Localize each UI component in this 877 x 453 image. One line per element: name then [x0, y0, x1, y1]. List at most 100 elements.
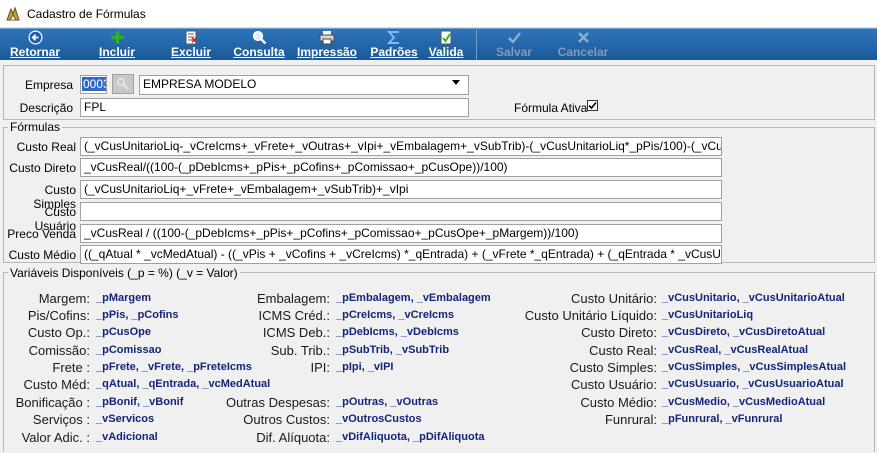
checkmark-icon [588, 101, 597, 110]
excluir-label: Excluir [170, 45, 212, 59]
delete-document-icon [184, 30, 198, 45]
var-value: _pIpi, _vIPI [336, 361, 394, 373]
custo-medio-input[interactable]: ((_qAtual * _vcMedAtual) - ((_vPis + _vC… [80, 245, 722, 264]
descricao-value: FPL [84, 100, 107, 114]
descricao-label: Descrição [19, 101, 73, 115]
valida-button[interactable]: Valida [424, 29, 468, 61]
var-value: _vCusUnitarioLiq [662, 309, 754, 321]
var-label: Outros Custos: [243, 412, 330, 427]
preco-venda-value: _vCusReal / ((100-(_pDebIcms+_pPis+_pCof… [84, 226, 579, 240]
var-value: _vCusReal, _vCusRealAtual [662, 344, 809, 356]
custo-real-input[interactable]: (_vCusUnitarioLiq-_vCreIcms+_vFrete+_vOu… [80, 137, 722, 156]
var-label: Custo Médio: [580, 395, 657, 410]
excluir-button[interactable]: Excluir [157, 29, 225, 61]
empresa-code-input[interactable]: 0003 [80, 75, 107, 94]
var-value: _vCusMedio, _vCusMedioAtual [662, 396, 826, 408]
var-value: _pCreIcms, _vCreIcms [336, 309, 455, 321]
var-label: Funrural: [604, 412, 657, 427]
salvar-label: Salvar [495, 45, 533, 59]
custo-direto-label: Custo Direto [9, 161, 76, 175]
var-label: Custo Unitário: [571, 291, 657, 306]
var-value: _vOutrosCustos [336, 413, 422, 425]
var-value: _vDifAliquota, _pDifAliquota [336, 431, 485, 443]
var-value: _vServicos [96, 413, 155, 425]
var-value: _pMargem [96, 292, 152, 304]
empresa-select-value: EMPRESA MODELO [143, 77, 257, 91]
custo-simples-input[interactable]: (_vCusUnitarioLiq+_vFrete+_vEmbalagem+_v… [80, 180, 722, 199]
toolbar-separator [476, 30, 477, 60]
var-value: _vCusUnitario, _vCusUnitarioAtual [662, 292, 845, 304]
var-value: _pComissao [96, 344, 162, 356]
incluir-button[interactable]: Incluir [82, 29, 152, 61]
variables-legend: Variáveis Disponíveis (_p = %) (_v = Val… [8, 266, 240, 280]
var-value: _pEmbalagem, _vEmbalagem [336, 292, 491, 304]
preco-venda-input[interactable]: _vCusReal / ((100-(_pDebIcms+_pPis+_pCof… [80, 224, 722, 243]
var-label: ICMS Deb.: [262, 325, 330, 340]
custo-medio-label: Custo Médio [8, 248, 76, 262]
salvar-button[interactable]: Salvar [486, 29, 542, 61]
empresa-select[interactable]: EMPRESA MODELO [139, 75, 469, 95]
cancelar-button[interactable]: Cancelar [548, 29, 618, 61]
valida-label: Valida [428, 45, 464, 59]
plus-icon [110, 30, 125, 45]
var-label: ICMS Créd.: [258, 308, 330, 323]
custo-simples-value: (_vCusUnitarioLiq+_vFrete+_vEmbalagem+_v… [84, 182, 409, 196]
retornar-label: Retornar [9, 45, 60, 59]
var-value: _pFunrural, _vFunrural [662, 413, 783, 425]
check-icon [507, 30, 522, 45]
custo-real-label: Custo Real [16, 140, 76, 154]
back-arrow-icon [28, 30, 43, 45]
toolbar: Retornar Incluir Excluir Consulta Impres… [0, 28, 877, 60]
cancelar-label: Cancelar [557, 45, 609, 59]
var-value: _qAtual, _qEntrada, _vcMedAtual [96, 378, 271, 390]
title-bar: Cadastro de Fórmulas [0, 0, 877, 28]
custo-direto-input[interactable]: _vCusReal/((100-(_pDebIcms+_pPis+_pCofin… [80, 158, 722, 177]
var-value: _pSubTrib, _vSubTrib [336, 344, 450, 356]
var-value: _pPis, _pCofins [96, 309, 179, 321]
search-icon [252, 30, 267, 45]
window-title: Cadastro de Fórmulas [27, 6, 146, 21]
padroes-button[interactable]: Padrões [366, 29, 422, 61]
padroes-label: Padrões [370, 45, 418, 59]
custo-usuario-input[interactable] [80, 202, 722, 221]
var-label: Embalagem: [257, 291, 330, 306]
consulta-button[interactable]: Consulta [228, 29, 290, 61]
var-value: _pBonif, _vBonif [96, 396, 184, 408]
var-label: Serviços : [32, 412, 90, 427]
retornar-button[interactable]: Retornar [2, 29, 68, 61]
var-label: Margem: [38, 291, 90, 306]
incluir-label: Incluir [98, 45, 135, 59]
lookup-icon [117, 78, 129, 90]
var-label: Pis/Cofins: [27, 308, 90, 323]
var-label: IPI: [310, 360, 330, 375]
descricao-input[interactable]: FPL [80, 98, 469, 117]
validate-icon [439, 30, 453, 45]
var-value: _pOutras, _vOutras [336, 396, 439, 408]
impressao-button[interactable]: Impressão [293, 29, 361, 61]
var-label: Sub. Trib.: [270, 343, 330, 358]
var-label: Custo Simples: [569, 360, 657, 375]
custo-real-value: (_vCusUnitarioLiq-_vCreIcms+_vFrete+_vOu… [84, 139, 722, 153]
var-value: _vCusDireto, _vCusDiretoAtual [662, 326, 826, 338]
custo-medio-value: ((_qAtual * _vcMedAtual) - ((_vPis + _vC… [84, 247, 722, 261]
var-value: _vAdicional [96, 431, 158, 443]
printer-icon [319, 30, 335, 45]
empresa-label: Empresa [24, 78, 73, 92]
app-icon [6, 5, 20, 20]
empresa-code-value: 0003 [82, 77, 106, 91]
formula-ativa-checkbox[interactable] [587, 100, 598, 111]
empresa-lookup-button[interactable] [112, 74, 134, 94]
formula-ativa-label: Fórmula Ativa [514, 101, 588, 115]
var-label: Dif. Alíquota: [256, 430, 330, 445]
var-label: Comissão: [28, 343, 90, 358]
sigma-icon [387, 30, 401, 45]
var-label: Custo Direto: [581, 325, 657, 340]
var-value: _pDebIcms, _vDebIcms [336, 326, 459, 338]
var-label: Custo Usuário: [571, 377, 657, 392]
var-label: Custo Op.: [27, 325, 90, 340]
consulta-label: Consulta [233, 45, 285, 59]
chevron-down-icon[interactable] [452, 80, 460, 85]
x-icon [576, 30, 591, 45]
formulas-legend: Fórmulas [8, 120, 63, 134]
var-label: Outras Despesas: [225, 395, 330, 410]
